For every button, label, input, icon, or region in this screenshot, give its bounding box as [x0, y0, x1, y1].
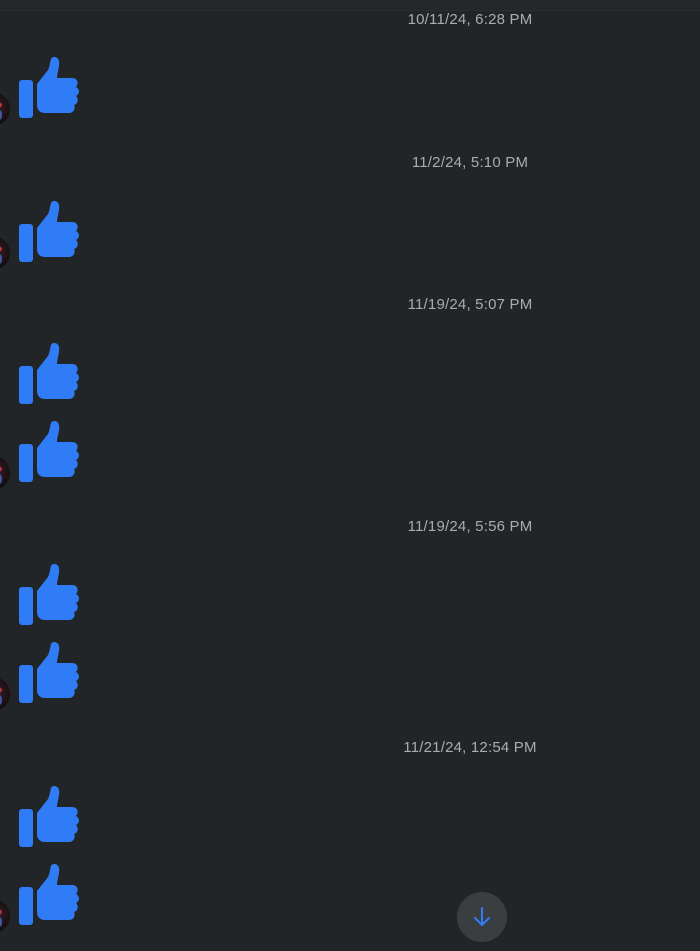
avatar[interactable]	[0, 456, 10, 490]
message-timestamp: 11/21/24, 12:54 PM	[403, 739, 537, 756]
message-timestamp: 11/19/24, 5:56 PM	[407, 518, 533, 535]
thumbs-up-icon[interactable]	[14, 785, 84, 849]
message-timestamp: 11/19/24, 5:07 PM	[407, 296, 533, 313]
arrow-down-icon	[474, 907, 490, 926]
thumbs-up-icon[interactable]	[14, 863, 84, 927]
message-timestamp: 10/11/24, 6:28 PM	[407, 11, 533, 28]
avatar[interactable]	[0, 677, 10, 711]
thumbs-up-icon[interactable]	[14, 641, 84, 705]
scroll-to-bottom-button[interactable]	[457, 892, 507, 942]
message-timestamp: 11/2/24, 5:10 PM	[411, 154, 529, 171]
thumbs-up-icon[interactable]	[14, 420, 84, 484]
thumbs-up-icon[interactable]	[14, 200, 84, 264]
top-divider	[0, 0, 700, 11]
thumbs-up-icon[interactable]	[14, 342, 84, 406]
avatar[interactable]	[0, 236, 10, 270]
avatar[interactable]	[0, 92, 10, 126]
thumbs-up-icon[interactable]	[14, 56, 84, 120]
thumbs-up-icon[interactable]	[14, 563, 84, 627]
avatar[interactable]	[0, 899, 10, 933]
